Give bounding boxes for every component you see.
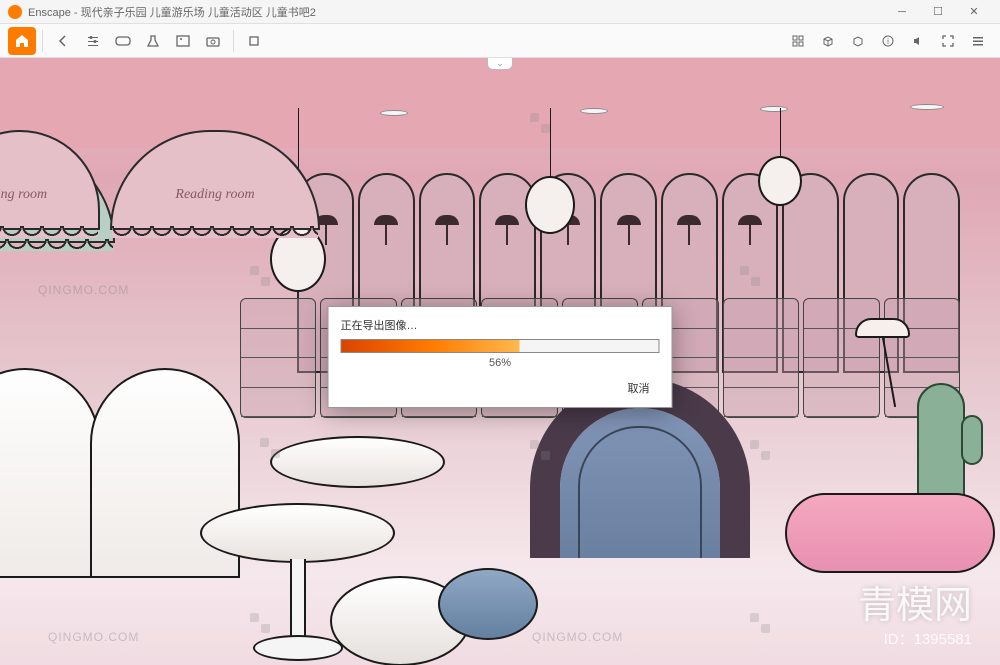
effects-button[interactable] bbox=[139, 27, 167, 55]
progress-title: 正在导出图像… bbox=[341, 317, 660, 333]
window-title: Enscape - 现代亲子乐园 儿童游乐场 儿童活动区 儿童书吧2 bbox=[28, 4, 884, 20]
window-controls: ─ ☐ ✕ bbox=[884, 0, 992, 24]
watermark-icon bbox=[260, 438, 280, 458]
round-table bbox=[270, 436, 445, 488]
app-icon bbox=[8, 5, 22, 19]
main-toolbar: i bbox=[0, 24, 1000, 58]
watermark-icon bbox=[750, 613, 770, 633]
camera-icon bbox=[206, 34, 220, 48]
svg-text:i: i bbox=[887, 37, 889, 46]
title-bar: Enscape - 现代亲子乐园 儿童游乐场 儿童活动区 儿童书吧2 ─ ☐ ✕ bbox=[0, 0, 1000, 24]
menu-icon bbox=[971, 34, 985, 48]
close-button[interactable]: ✕ bbox=[956, 0, 992, 24]
watermark-domain: QINGMO.COM bbox=[38, 283, 129, 297]
expand-button[interactable] bbox=[934, 27, 962, 55]
progress-bar-fill bbox=[342, 340, 520, 352]
watermark-domain: QINGMO.COM bbox=[48, 630, 139, 644]
pendant-light bbox=[525, 176, 575, 234]
view-ortho-button[interactable] bbox=[814, 27, 842, 55]
watermark-icon bbox=[740, 266, 760, 286]
settings-button[interactable] bbox=[79, 27, 107, 55]
toolbar-divider bbox=[233, 30, 234, 52]
grid-button[interactable] bbox=[784, 27, 812, 55]
pink-ottoman bbox=[785, 493, 995, 573]
progress-bar bbox=[341, 339, 660, 353]
maximize-button[interactable]: ☐ bbox=[920, 0, 956, 24]
awning-text: Reading room bbox=[112, 187, 318, 203]
home-icon bbox=[14, 33, 30, 49]
goggles-icon bbox=[115, 35, 131, 47]
camera-button[interactable] bbox=[199, 27, 227, 55]
menu-button[interactable] bbox=[964, 27, 992, 55]
cactus-decoration bbox=[917, 383, 965, 503]
pendant-wire bbox=[780, 108, 781, 158]
cube-icon bbox=[851, 34, 865, 48]
scene-ceiling bbox=[0, 58, 1000, 148]
sound-button[interactable] bbox=[904, 27, 932, 55]
watermark-id: ID：1395581 bbox=[884, 628, 972, 649]
watermark-domain: QINGMO.COM bbox=[532, 630, 623, 644]
render-viewport[interactable]: ling room Reading room bbox=[0, 58, 1000, 665]
awning-text: ling room bbox=[0, 187, 98, 203]
viewport-dropdown-button[interactable]: ⌄ bbox=[487, 58, 513, 70]
image-icon bbox=[176, 34, 190, 48]
minimize-button[interactable]: ─ bbox=[884, 0, 920, 24]
cancel-button[interactable]: 取消 bbox=[618, 377, 660, 399]
nav-back-button[interactable] bbox=[49, 27, 77, 55]
info-icon: i bbox=[881, 34, 895, 48]
grid-icon bbox=[791, 34, 805, 48]
ceiling-light bbox=[380, 110, 408, 116]
cube-outline-icon bbox=[821, 34, 835, 48]
ceiling-light bbox=[580, 108, 608, 114]
export-progress-dialog: 正在导出图像… 56% 取消 bbox=[328, 306, 673, 408]
watermark-icon bbox=[530, 440, 550, 460]
view-persp-button[interactable] bbox=[844, 27, 872, 55]
watermark-icon bbox=[250, 613, 270, 633]
toolbar-divider bbox=[42, 30, 43, 52]
watermark-icon bbox=[250, 266, 270, 286]
watermark-icon bbox=[750, 440, 770, 460]
back-icon bbox=[56, 34, 70, 48]
home-button[interactable] bbox=[8, 27, 36, 55]
watermark-icon bbox=[530, 113, 550, 133]
sound-icon bbox=[911, 34, 925, 48]
progress-percent: 56% bbox=[341, 357, 660, 369]
flask-icon bbox=[146, 34, 160, 48]
layers-icon bbox=[247, 34, 261, 48]
vr-button[interactable] bbox=[109, 27, 137, 55]
render-button[interactable] bbox=[240, 27, 268, 55]
pendant-light bbox=[758, 156, 802, 206]
sliders-icon bbox=[86, 34, 100, 48]
ceiling-light bbox=[760, 106, 788, 112]
watermark-brand: 青模网 bbox=[858, 574, 972, 629]
pendant-wire bbox=[550, 108, 551, 178]
chevron-down-icon: ⌄ bbox=[496, 58, 504, 69]
stool bbox=[438, 568, 538, 640]
ceiling-light bbox=[910, 104, 944, 110]
expand-icon bbox=[941, 34, 955, 48]
media-button[interactable] bbox=[169, 27, 197, 55]
floor-lamp bbox=[855, 318, 910, 408]
info-button[interactable]: i bbox=[874, 27, 902, 55]
